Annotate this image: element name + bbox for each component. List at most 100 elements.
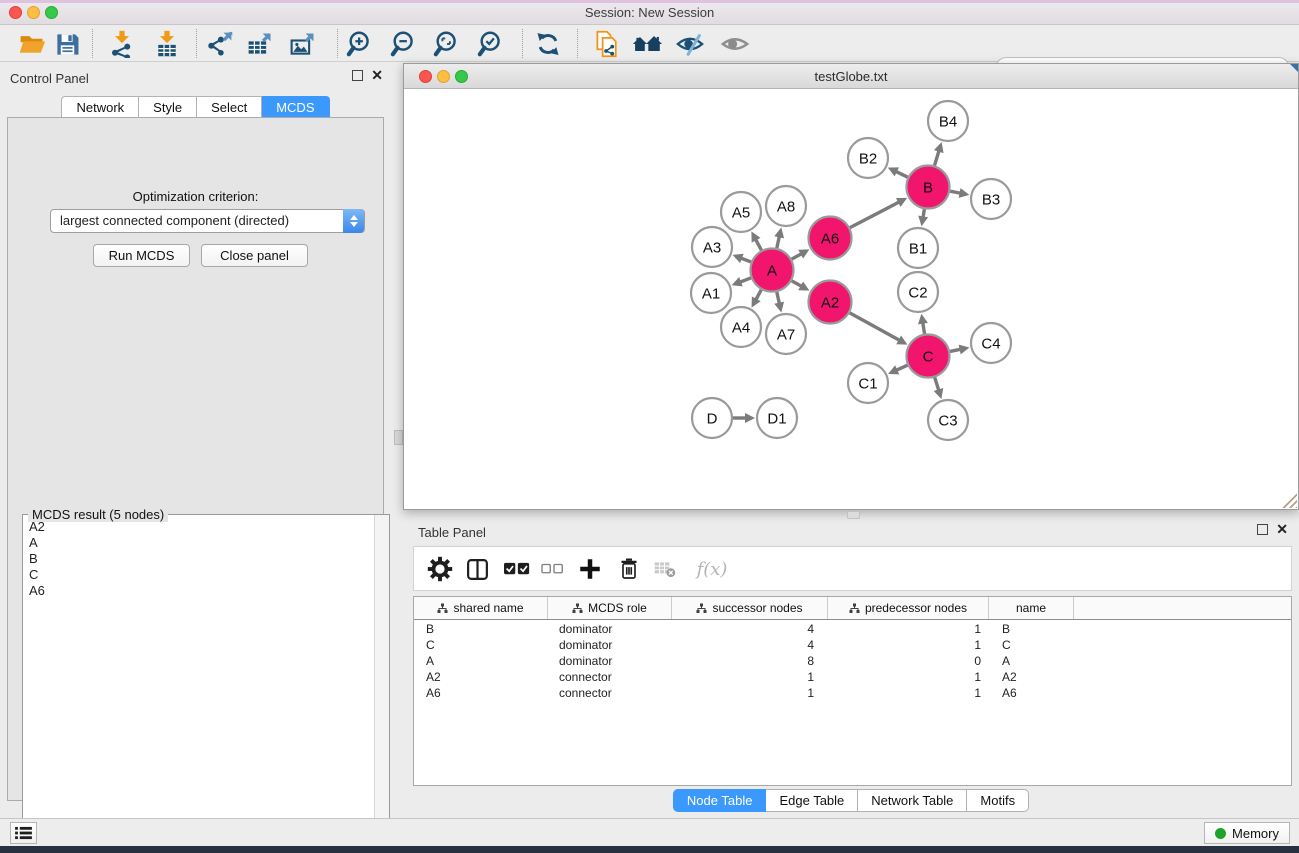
table-row[interactable]: Adominator80A xyxy=(414,653,1291,669)
result-item-b[interactable]: B xyxy=(29,551,373,567)
tab-select[interactable]: Select xyxy=(197,96,262,118)
zoom-out-icon[interactable] xyxy=(390,29,420,59)
cell-shared-name: C xyxy=(414,637,548,653)
table-row[interactable]: Cdominator41C xyxy=(414,637,1291,653)
tab-mcds[interactable]: MCDS xyxy=(262,96,329,118)
tab-network-table[interactable]: Network Table xyxy=(858,789,967,812)
edge-C-C3[interactable] xyxy=(935,377,939,391)
cell-name: A6 xyxy=(989,685,1074,701)
optimization-criterion-select[interactable]: largest connected component (directed) xyxy=(50,209,365,233)
float-panel-icon[interactable] xyxy=(352,70,363,81)
run-mcds-button[interactable]: Run MCDS xyxy=(93,244,190,267)
network-window-titlebar[interactable]: testGlobe.txt xyxy=(404,64,1298,89)
open-icon[interactable] xyxy=(17,29,47,59)
tab-motifs[interactable]: Motifs xyxy=(967,789,1029,812)
save-icon[interactable] xyxy=(52,29,82,59)
import-network-icon[interactable] xyxy=(107,29,137,59)
edge-B-B2[interactable] xyxy=(895,171,908,177)
mcds-result-list[interactable]: A2ABCA6 xyxy=(24,519,373,847)
close-panel-icon[interactable]: ✕ xyxy=(371,70,383,81)
control-panel-title: Control Panel xyxy=(10,71,89,86)
arrowhead-icon xyxy=(918,216,928,227)
tab-edge-table[interactable]: Edge Table xyxy=(766,789,858,812)
edge-A2-C[interactable] xyxy=(850,313,901,341)
select-all-icon[interactable] xyxy=(502,554,532,584)
table-row[interactable]: A2connector11A2 xyxy=(414,669,1291,685)
column-header-successor-nodes[interactable]: successor nodes xyxy=(672,597,828,619)
cell-mcds-role: dominator xyxy=(548,637,672,653)
result-item-a6[interactable]: A6 xyxy=(29,583,373,599)
result-item-a[interactable]: A xyxy=(29,535,373,551)
node-label-B2: B2 xyxy=(859,150,877,167)
export-image-icon[interactable] xyxy=(288,29,318,59)
arrowhead-icon xyxy=(959,345,970,355)
hide-selected-icon[interactable] xyxy=(675,29,705,59)
column-label: predecessor nodes xyxy=(865,601,967,615)
close-panel-icon[interactable]: ✕ xyxy=(1276,524,1288,535)
home-icon[interactable] xyxy=(632,29,662,59)
deselect-all-icon[interactable] xyxy=(537,554,567,584)
node-label-A4: A4 xyxy=(732,319,750,336)
cell-mcds-role: dominator xyxy=(548,653,672,669)
settings-gear-icon[interactable] xyxy=(425,554,455,584)
column-header-shared-name[interactable]: shared name xyxy=(414,597,548,619)
column-header-predecessor-nodes[interactable]: predecessor nodes xyxy=(828,597,989,619)
node-label-C2: C2 xyxy=(908,284,927,301)
column-layout-icon[interactable] xyxy=(462,554,492,584)
refresh-icon[interactable] xyxy=(533,29,563,59)
network-from-file-icon[interactable] xyxy=(592,29,622,59)
show-eye-icon[interactable] xyxy=(720,29,750,59)
mcds-tab-pane: Optimization criterion: largest connecte… xyxy=(7,117,384,801)
list-icon xyxy=(15,826,32,840)
arrowhead-icon xyxy=(918,314,928,325)
cell-predecessor-nodes: 1 xyxy=(828,685,989,701)
main-toolbar xyxy=(0,25,1299,62)
zoom-fit-icon[interactable] xyxy=(433,29,463,59)
tab-style[interactable]: Style xyxy=(139,96,197,118)
edge-B-B4[interactable] xyxy=(935,150,940,166)
float-panel-icon[interactable] xyxy=(1257,524,1268,535)
cell-successor-nodes: 8 xyxy=(672,653,828,669)
memory-button[interactable]: Memory xyxy=(1204,822,1290,844)
table-row[interactable]: Bdominator41B xyxy=(414,621,1291,637)
result-item-a2[interactable]: A2 xyxy=(29,519,373,535)
import-table-icon[interactable] xyxy=(152,29,182,59)
optimization-criterion-label: Optimization criterion: xyxy=(8,189,383,204)
node-label-B4: B4 xyxy=(939,113,957,130)
close-panel-button[interactable]: Close panel xyxy=(201,244,308,267)
arrowhead-icon xyxy=(745,413,755,423)
edge-A6-B[interactable] xyxy=(850,202,900,228)
vertical-splitter-grip[interactable] xyxy=(394,430,403,445)
toolbar-separator xyxy=(337,29,338,58)
export-network-icon[interactable] xyxy=(205,29,235,59)
column-header-mcds-role[interactable]: MCDS role xyxy=(548,597,672,619)
toolbar-separator xyxy=(196,29,197,58)
cell-shared-name: A2 xyxy=(414,669,548,685)
cell-successor-nodes: 4 xyxy=(672,637,828,653)
delete-table-icon[interactable] xyxy=(650,554,680,584)
table-row[interactable]: A6connector11A6 xyxy=(414,685,1291,701)
cell-shared-name: A6 xyxy=(414,685,548,701)
cell-shared-name: B xyxy=(414,621,548,637)
tree-icon xyxy=(437,603,448,614)
network-canvas[interactable]: B4B2BB3B1A5A8A6A3AA1A2C2A4A7CC4C1C3DD1 xyxy=(404,89,1298,509)
zoom-in-icon[interactable] xyxy=(346,29,376,59)
tree-icon xyxy=(849,603,860,614)
toolbar-separator xyxy=(522,29,523,58)
result-item-c[interactable]: C xyxy=(29,567,373,583)
column-label: MCDS role xyxy=(588,601,647,615)
task-history-button[interactable] xyxy=(10,822,37,844)
tab-node-table[interactable]: Node Table xyxy=(673,789,767,812)
tab-network[interactable]: Network xyxy=(61,96,139,118)
arrowhead-icon xyxy=(934,388,944,399)
node-label-A: A xyxy=(767,262,777,279)
zoom-selected-icon[interactable] xyxy=(477,29,507,59)
add-column-icon[interactable] xyxy=(575,554,605,584)
result-scrollbar[interactable] xyxy=(374,515,389,849)
function-builder-icon[interactable]: f(x) xyxy=(690,554,734,584)
table-panel-tabs: Node TableEdge TableNetwork TableMotifs xyxy=(403,789,1299,812)
toolbar-separator xyxy=(92,29,93,58)
column-header-name[interactable]: name xyxy=(989,597,1074,619)
export-table-icon[interactable] xyxy=(245,29,275,59)
delete-column-icon[interactable] xyxy=(614,554,644,584)
